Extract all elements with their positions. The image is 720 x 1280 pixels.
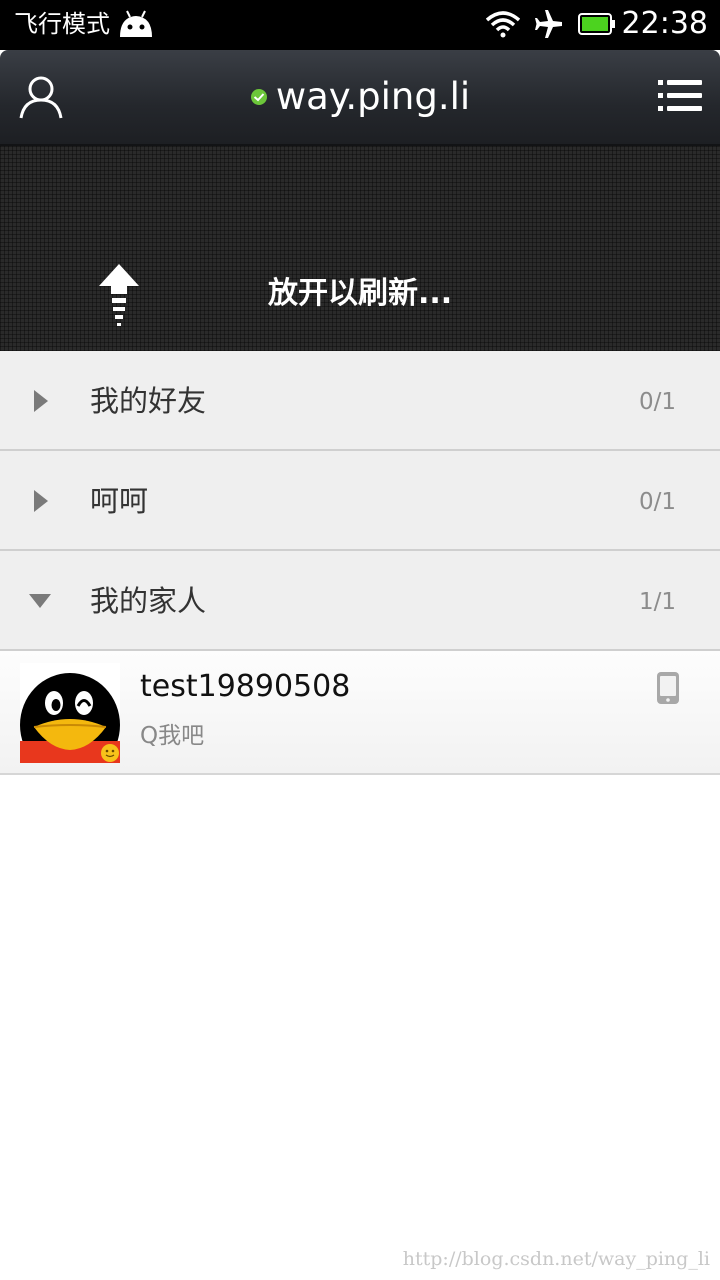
airplane-mode-text: 飞行模式 bbox=[14, 10, 110, 38]
avatar bbox=[20, 663, 120, 763]
group-name: 呵呵 bbox=[90, 484, 149, 518]
pull-to-refresh-header: 放开以刷新... bbox=[0, 146, 720, 351]
group-online-count: 0/1 bbox=[638, 389, 676, 415]
friend-row[interactable]: test19890508 Q我吧 bbox=[0, 651, 720, 775]
expand-down-icon bbox=[29, 594, 51, 608]
group-online-count: 0/1 bbox=[638, 489, 676, 515]
refresh-hint-text: 放开以刷新... bbox=[268, 276, 453, 311]
phone-icon bbox=[657, 672, 679, 704]
group-row-family[interactable]: 我的家人 1/1 bbox=[0, 551, 720, 651]
menu-icon[interactable] bbox=[658, 78, 702, 114]
android-icon bbox=[120, 10, 152, 37]
expand-right-icon bbox=[34, 390, 48, 412]
watermark-text: http://blog.csdn.net/way_ping_li bbox=[402, 1248, 710, 1270]
status-bar: 飞行模式 22:38 bbox=[0, 0, 720, 50]
group-online-count: 1/1 bbox=[638, 589, 676, 615]
status-bar-left: 飞行模式 bbox=[14, 7, 154, 41]
group-name: 我的好友 bbox=[90, 384, 207, 418]
status-time: 22:38 bbox=[621, 6, 708, 41]
title-bar: way.ping.li bbox=[0, 50, 720, 146]
status-bar-right: 22:38 bbox=[485, 6, 708, 42]
qq-penguin-avatar-icon bbox=[20, 663, 120, 763]
friend-signature: Q我吧 bbox=[140, 723, 205, 749]
friend-nickname: test19890508 bbox=[140, 669, 351, 704]
battery-icon bbox=[577, 13, 615, 35]
airplane-icon bbox=[534, 10, 562, 38]
wifi-icon bbox=[485, 11, 520, 38]
expand-right-icon bbox=[34, 490, 48, 512]
group-name: 我的家人 bbox=[90, 584, 207, 618]
online-status-icon bbox=[250, 89, 267, 105]
arrow-up-icon bbox=[99, 264, 139, 326]
account-title: way.ping.li bbox=[275, 75, 471, 118]
app-screen: 飞行模式 22:38 way.ping.li 放开以刷新... 我的好友 0/1… bbox=[0, 0, 720, 1280]
group-row-friends[interactable]: 我的好友 0/1 bbox=[0, 351, 720, 451]
title-center: way.ping.li bbox=[0, 74, 720, 120]
group-row-hehe[interactable]: 呵呵 0/1 bbox=[0, 451, 720, 551]
